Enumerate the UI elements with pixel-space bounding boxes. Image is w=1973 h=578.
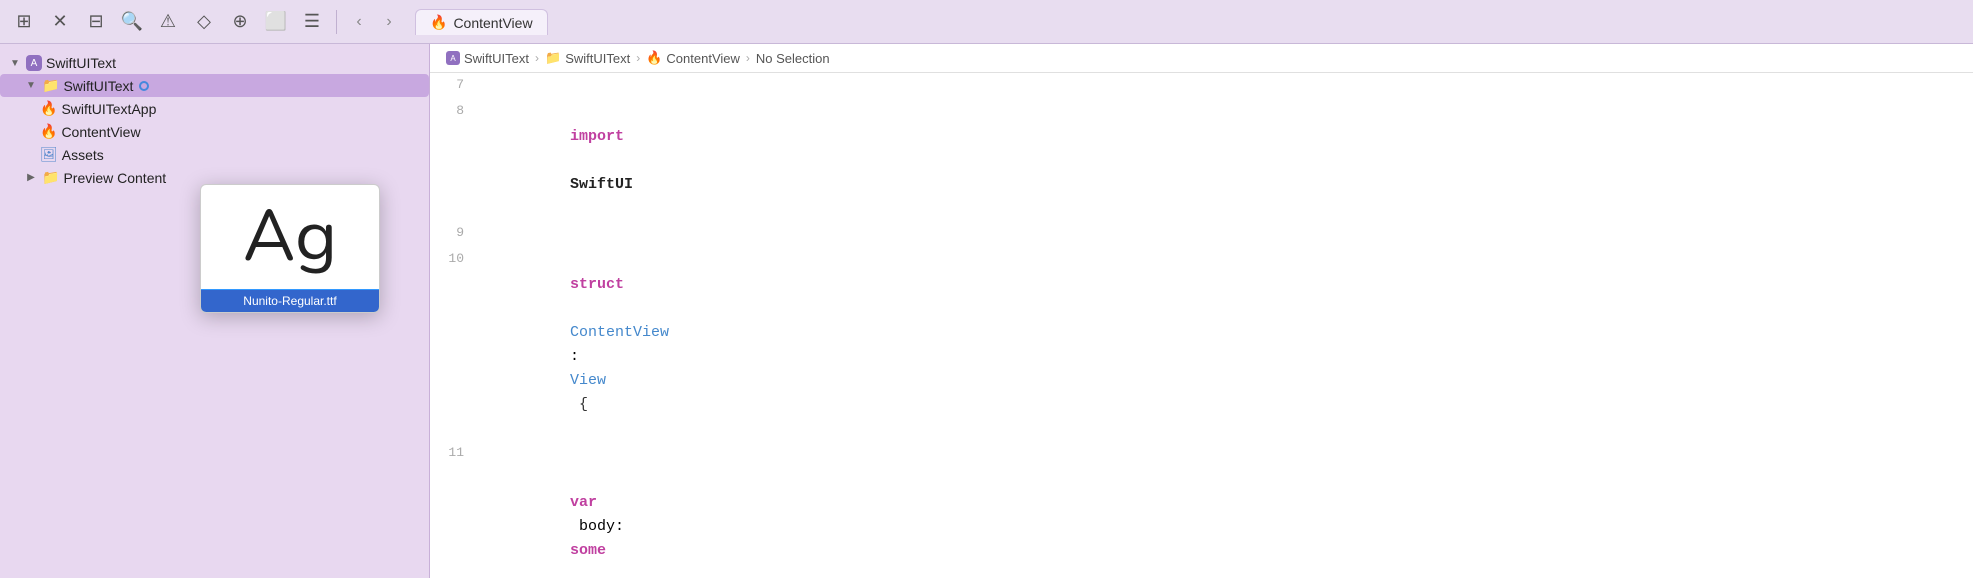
- chevron-icon: [24, 79, 38, 93]
- breadcrumb-sep-2: ›: [636, 51, 640, 65]
- edit-indicator: [139, 81, 149, 91]
- breadcrumb-folder-icon: 📁: [545, 50, 561, 66]
- type-contentview: ContentView: [570, 324, 669, 341]
- tab-bar: 🔥 ContentView: [407, 9, 1965, 34]
- breadcrumb-item-swiftuitext-app[interactable]: A SwiftUIText: [446, 51, 529, 66]
- line-content-7: [480, 73, 1973, 75]
- main-content: A SwiftUIText 📁 SwiftUIText 🔥 SwiftUITex…: [0, 44, 1973, 578]
- swift-icon: 🔥: [40, 123, 57, 140]
- code-line-11: 11 var body: some View {: [430, 441, 1973, 578]
- swift-icon: 🔥: [40, 100, 57, 117]
- folder-icon: 📁: [42, 169, 59, 186]
- font-preview-label: Nunito-Regular.ttf: [201, 290, 379, 312]
- line-content-8: import SwiftUI: [480, 99, 1973, 221]
- inspector-icon[interactable]: ⊟: [80, 6, 112, 38]
- identifier-swiftui: SwiftUI: [570, 176, 633, 193]
- chevron-icon: [24, 171, 38, 185]
- editor: A SwiftUIText › 📁 SwiftUIText › 🔥 Conten…: [430, 44, 1973, 578]
- line-number-10: 10: [430, 247, 480, 270]
- tree-label-swiftuitext-root: SwiftUIText: [46, 55, 116, 71]
- brace-open: {: [570, 396, 588, 413]
- code-space: [570, 566, 579, 578]
- tree-item-swiftuitext-folder[interactable]: 📁 SwiftUIText: [0, 74, 429, 97]
- search-icon[interactable]: 🔍: [116, 6, 148, 38]
- close-icon[interactable]: ✕: [44, 6, 76, 38]
- assets-icon: 🖼: [40, 146, 58, 163]
- code-line-9: 9: [430, 221, 1973, 247]
- tree-item-assets[interactable]: 🖼 Assets: [0, 143, 429, 166]
- diamond-icon[interactable]: ◇: [188, 6, 220, 38]
- code-line-10: 10 struct ContentView : View {: [430, 247, 1973, 441]
- breadcrumb-swift-icon: 🔥: [646, 50, 662, 66]
- code-editor[interactable]: 7 8 import SwiftUI 9 10: [430, 73, 1973, 578]
- breadcrumb-sep-1: ›: [535, 51, 539, 65]
- keyword-struct: struct: [570, 276, 624, 293]
- tree-label-swiftuitext-folder: SwiftUIText: [63, 78, 133, 94]
- keyword-var: var: [570, 494, 597, 511]
- line-content-11: var body: some View {: [480, 441, 1973, 578]
- chevron-icon: [8, 56, 22, 70]
- badge-icon[interactable]: ⊕: [224, 6, 256, 38]
- tree-label-swiftuitextapp: SwiftUITextApp: [61, 101, 156, 117]
- breadcrumb-item-swiftuitext-folder[interactable]: 📁 SwiftUIText: [545, 50, 630, 66]
- font-preview-popup: Ag Nunito-Regular.ttf: [200, 184, 380, 313]
- keyword-import: import: [570, 128, 624, 145]
- nav-forward-button[interactable]: ›: [375, 8, 403, 36]
- tree-label-preview-content: Preview Content: [63, 170, 166, 186]
- type-view: View: [570, 372, 606, 389]
- code-colon: :: [570, 348, 588, 365]
- nav-back-button[interactable]: ‹: [345, 8, 373, 36]
- nav-buttons: ‹ ›: [345, 8, 403, 36]
- folder-icon: 📁: [42, 77, 59, 94]
- tab-contentview[interactable]: 🔥 ContentView: [415, 9, 548, 35]
- tab-label: ContentView: [453, 15, 532, 31]
- code-space: [570, 300, 579, 317]
- grid-icon[interactable]: ⊞: [8, 6, 40, 38]
- divider: [336, 10, 337, 34]
- label-icon[interactable]: ⬜: [260, 6, 292, 38]
- font-preview-sample: Ag: [201, 185, 379, 290]
- breadcrumb-label-swiftuitext-folder: SwiftUIText: [565, 51, 630, 66]
- swift-tab-icon: 🔥: [430, 14, 447, 31]
- breadcrumb-sep-3: ›: [746, 51, 750, 65]
- line-number-9: 9: [430, 221, 480, 244]
- app-icon: A: [26, 55, 42, 71]
- line-number-11: 11: [430, 441, 480, 464]
- breadcrumb-label-contentview: ContentView: [666, 51, 739, 66]
- line-content-9: [480, 221, 1973, 223]
- breadcrumb-label-swiftuitext: SwiftUIText: [464, 51, 529, 66]
- tree-item-swiftuitext-root[interactable]: A SwiftUIText: [0, 52, 429, 74]
- breadcrumb-app-icon: A: [446, 51, 460, 65]
- lines-icon[interactable]: ☰: [296, 6, 328, 38]
- keyword-some: some: [570, 542, 606, 559]
- code-line-7: 7: [430, 73, 1973, 99]
- line-number-7: 7: [430, 73, 480, 96]
- code-text: body:: [570, 518, 633, 535]
- breadcrumb-item-contentview[interactable]: 🔥 ContentView: [646, 50, 740, 66]
- code-space: [570, 152, 579, 169]
- tree-item-contentview[interactable]: 🔥 ContentView: [0, 120, 429, 143]
- sidebar: A SwiftUIText 📁 SwiftUIText 🔥 SwiftUITex…: [0, 44, 430, 578]
- tree-label-contentview: ContentView: [61, 124, 140, 140]
- tree-item-swiftuitextapp[interactable]: 🔥 SwiftUITextApp: [0, 97, 429, 120]
- line-content-10: struct ContentView : View {: [480, 247, 1973, 441]
- code-indent: [570, 470, 606, 487]
- breadcrumb-item-no-selection: No Selection: [756, 51, 830, 66]
- line-number-8: 8: [430, 99, 480, 122]
- file-tree: A SwiftUIText 📁 SwiftUIText 🔥 SwiftUITex…: [0, 44, 429, 197]
- code-line-8: 8 import SwiftUI: [430, 99, 1973, 221]
- toolbar: ⊞ ✕ ⊟ 🔍 ⚠ ◇ ⊕ ⬜ ☰ ‹ › 🔥 ContentView: [0, 0, 1973, 44]
- warning-icon[interactable]: ⚠: [152, 6, 184, 38]
- breadcrumb: A SwiftUIText › 📁 SwiftUIText › 🔥 Conten…: [430, 44, 1973, 73]
- breadcrumb-label-no-selection: No Selection: [756, 51, 830, 66]
- tree-label-assets: Assets: [62, 147, 104, 163]
